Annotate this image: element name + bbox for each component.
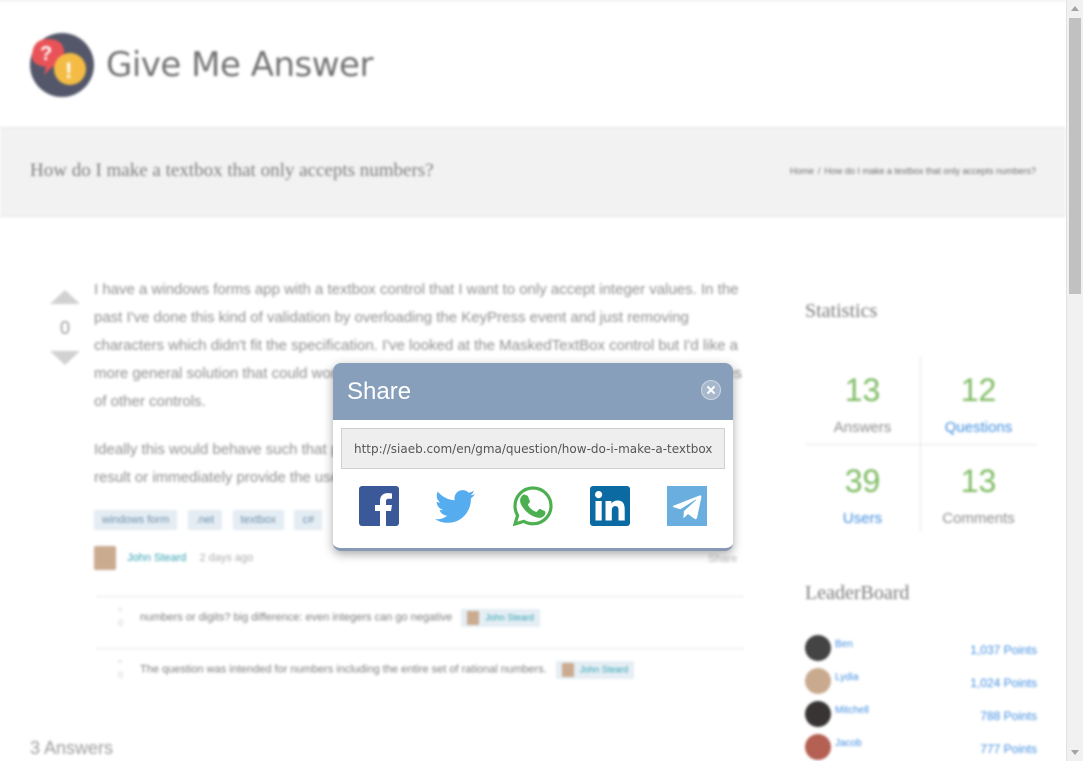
linkedin-icon[interactable] (590, 486, 630, 526)
scroll-up-icon[interactable] (1071, 6, 1079, 11)
close-button[interactable] (701, 380, 721, 400)
whatsapp-icon[interactable] (513, 486, 553, 526)
share-dialog-header: Share (333, 363, 733, 420)
share-url-field[interactable] (341, 428, 725, 469)
scroll-down-icon[interactable] (1071, 750, 1079, 755)
facebook-icon[interactable] (359, 486, 399, 526)
share-dialog: Share (333, 363, 733, 551)
share-network-list (333, 486, 733, 526)
share-dialog-title: Share (347, 378, 412, 405)
scrollbar-thumb[interactable] (1069, 18, 1081, 294)
twitter-icon[interactable] (435, 486, 475, 526)
vertical-scrollbar[interactable] (1066, 0, 1083, 761)
telegram-icon[interactable] (667, 486, 707, 526)
